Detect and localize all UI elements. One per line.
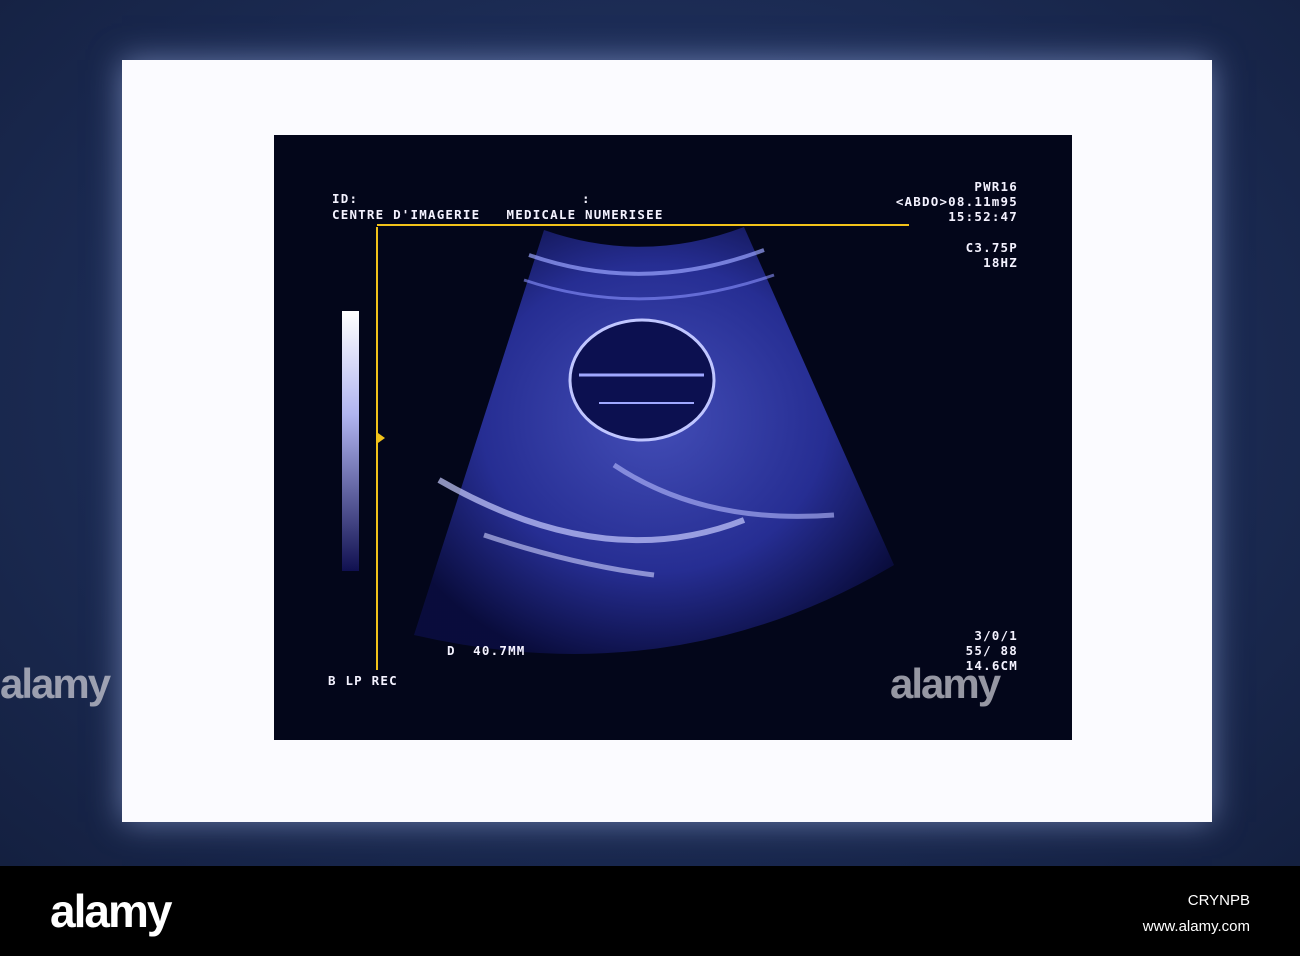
settings-readout: 3/0/1	[974, 628, 1018, 643]
scan-mode: B LP REC	[328, 673, 398, 688]
site-url: www.alamy.com	[1142, 918, 1250, 935]
exam-time: 15:52:47	[948, 209, 1018, 224]
patient-id-label: ID:	[332, 191, 359, 206]
institution-name: CENTRE D'IMAGERIE MEDICALE NUMERISEE	[332, 207, 664, 222]
alamy-logo: alamy	[50, 885, 172, 937]
frame-rate: 18HZ	[983, 255, 1018, 270]
watermark-logo: alamy	[0, 660, 111, 707]
ultrasound-image: ID: : CENTRE D'IMAGERIE MEDICALE NUMERIS…	[274, 135, 1072, 740]
measurement-readout: D 40.7MM	[447, 643, 526, 658]
watermark-logo: alamy	[890, 660, 1001, 707]
image-info: CRYNPB www.alamy.com	[1143, 888, 1250, 940]
footer-bar: alamy CRYNPB www.alamy.com	[0, 866, 1300, 956]
gain-readout: 55/ 88	[965, 643, 1018, 658]
ultrasound-scan	[342, 224, 909, 670]
id-separator: :	[582, 191, 591, 206]
probe-type: C3.75P	[965, 240, 1018, 255]
gestational-sac	[568, 318, 716, 442]
focus-marker-icon	[378, 433, 385, 443]
power-readout: PWR16	[974, 179, 1018, 194]
image-id: CRYNPB	[1187, 892, 1250, 909]
grayscale-bar	[342, 311, 359, 571]
exam-date: <ABDO>08.11m95	[895, 194, 1018, 209]
